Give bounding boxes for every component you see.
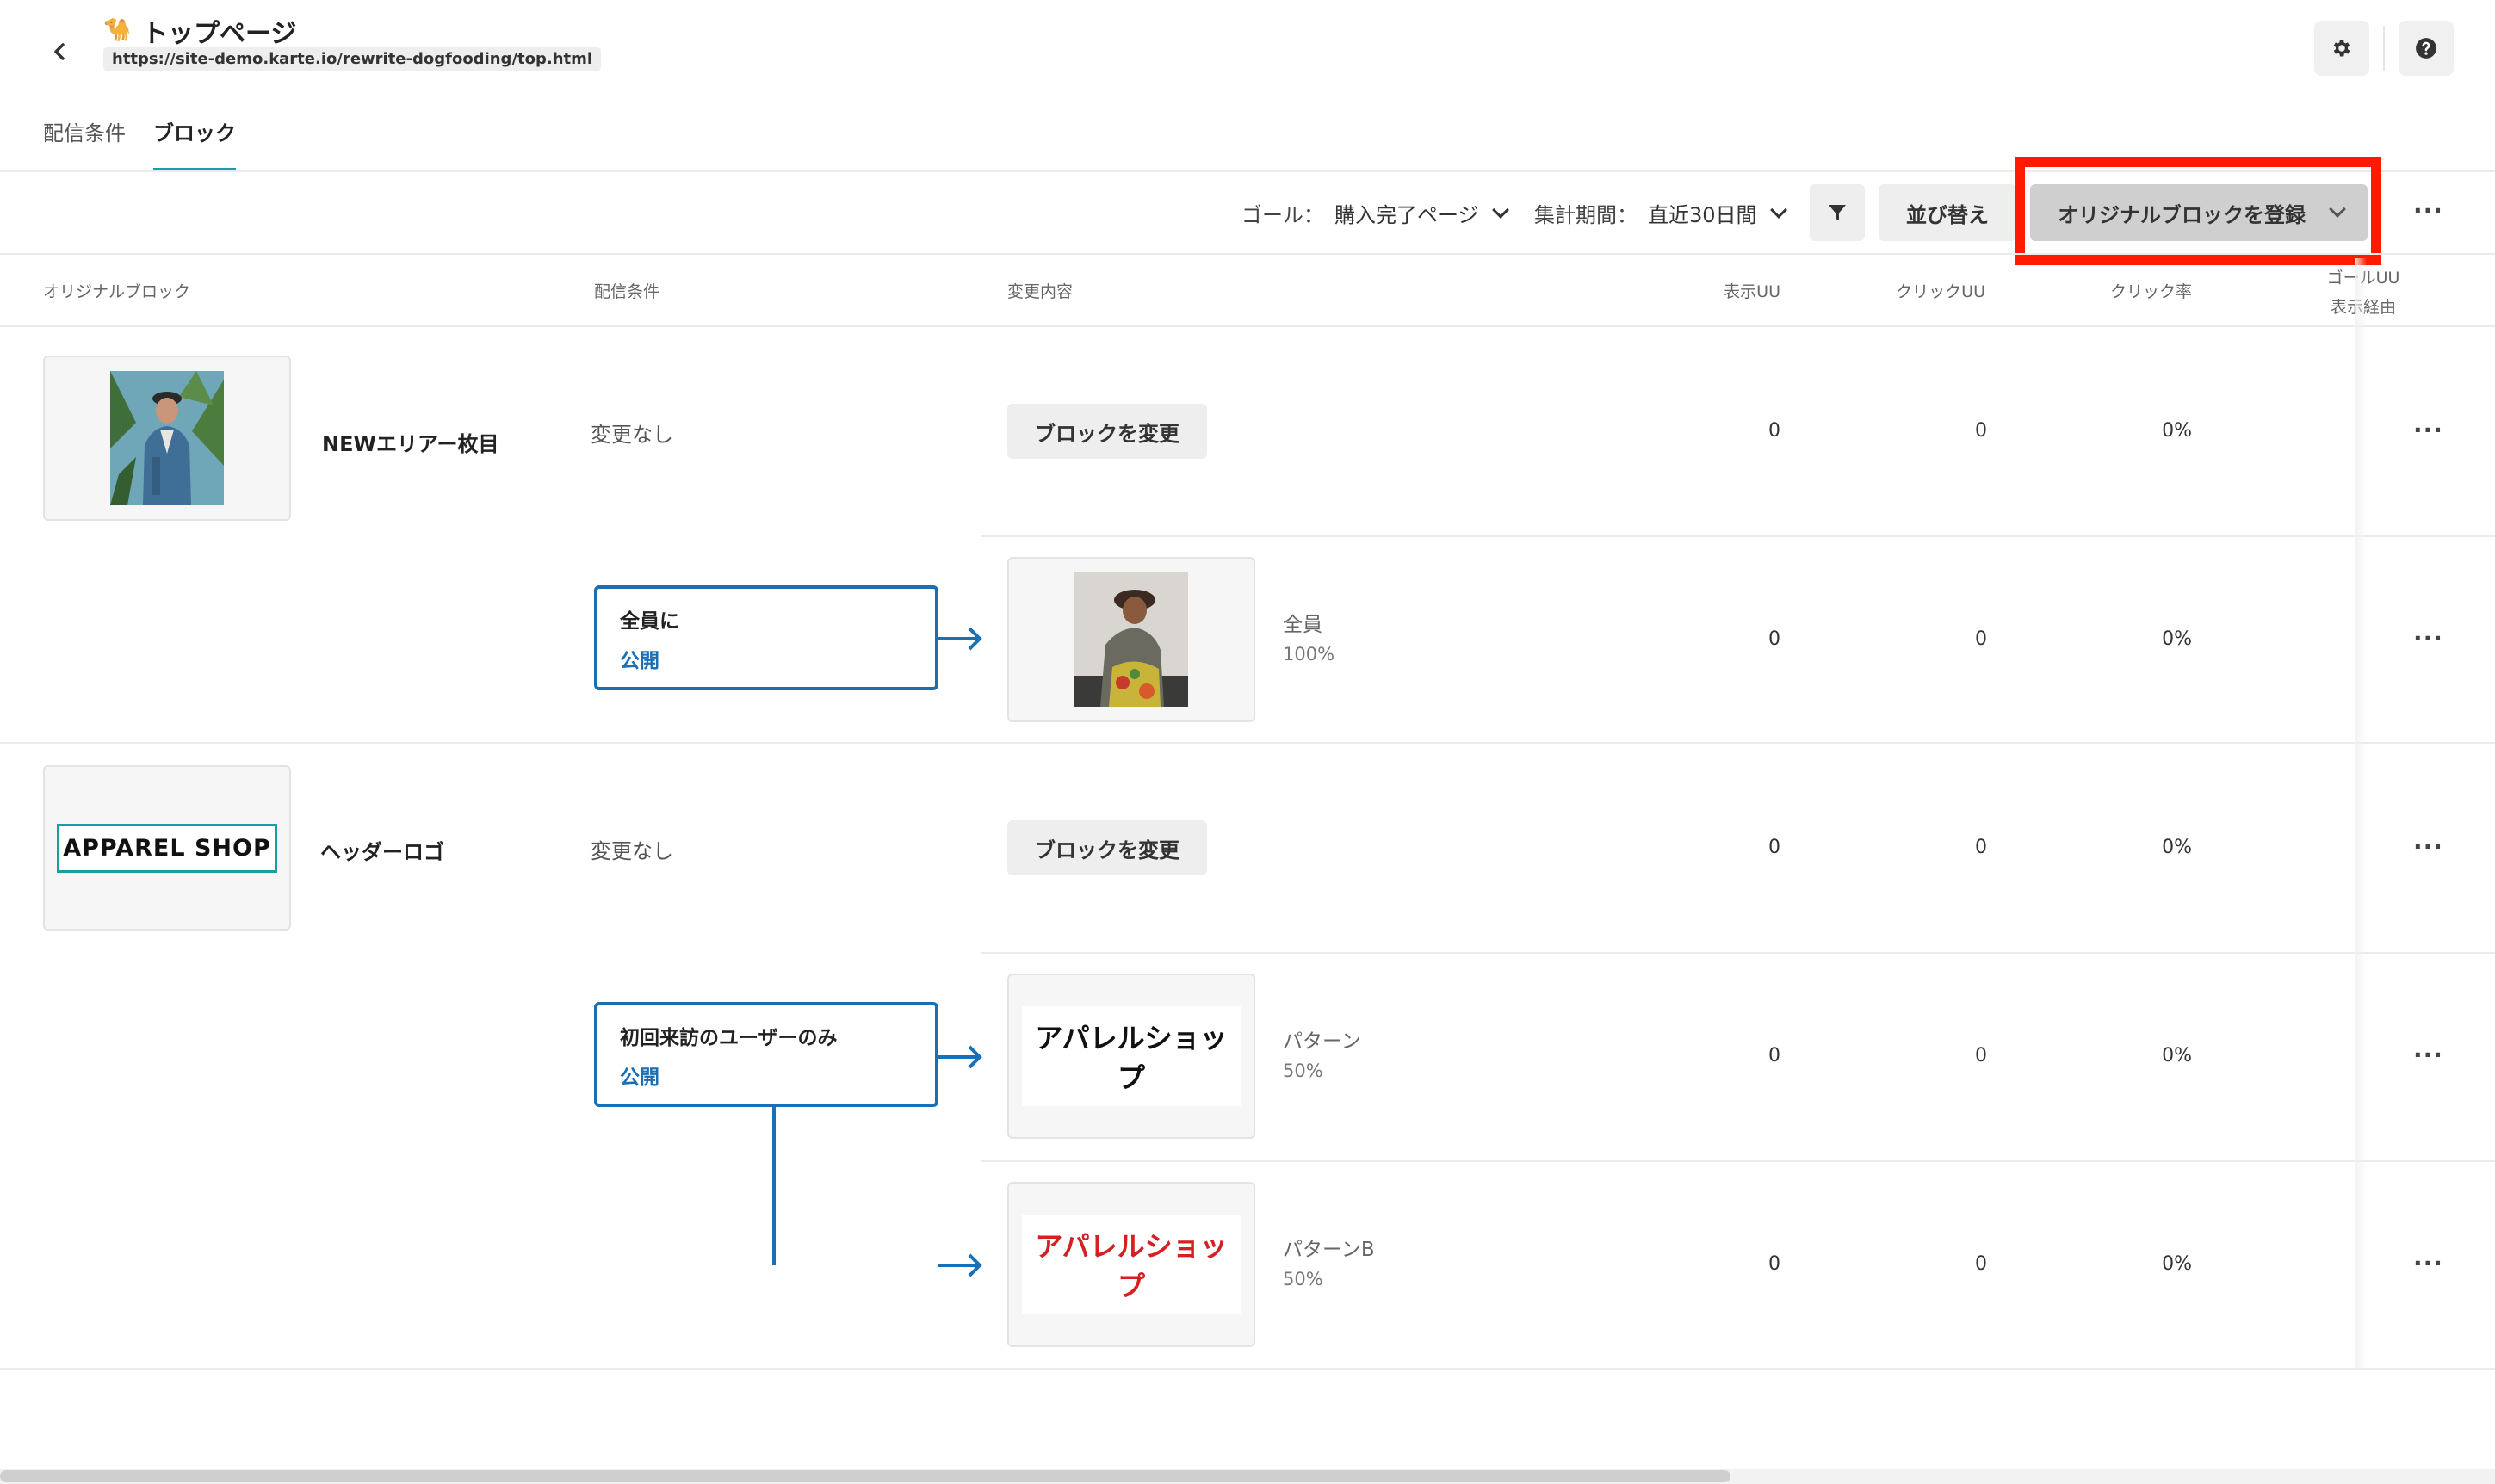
click-uu-value: 0 [1975,1253,1987,1275]
filter-icon [1829,205,1846,220]
condition-card[interactable]: 初回来訪のユーザーのみ 公開 [594,1002,938,1107]
row-more-button[interactable]: ··· [2413,624,2443,652]
woman-photo-icon [1074,572,1188,707]
variant-thumbnail[interactable]: アパレルショップ [1007,1182,1255,1347]
variant-percentage: 100% [1283,644,1335,665]
page-url[interactable]: https://site-demo.karte.io/rewrite-dogfo… [103,47,602,71]
filter-button[interactable] [1810,184,1865,241]
click-uu-value: 0 [1975,837,1987,858]
block-name: ヘッダーロゴ [320,840,444,864]
col-condition: 配信条件 [594,282,660,301]
row-divider [981,1160,2495,1162]
settings-button[interactable] [2314,21,2369,76]
gear-icon [2333,40,2350,57]
click-rate-value: 0% [2162,1045,2192,1067]
help-button[interactable] [2399,21,2454,76]
click-rate-value: 0% [2162,1253,2192,1275]
variant-name: パターンB [1283,1239,1375,1261]
block-divider [0,742,2495,744]
condition-none: 変更なし [591,839,673,863]
block-thumbnail-2[interactable]: APPAREL SHOP [43,765,291,931]
block-thumbnail-1[interactable] [43,356,291,521]
click-uu-value: 0 [1975,420,1987,442]
apparel-shop-logo: APPAREL SHOP [57,823,277,873]
header-row-divider [0,325,2495,327]
variant-name: 全員 [1283,614,1322,636]
variant-percentage: 50% [1283,1060,1323,1081]
condition-none: 変更なし [591,423,673,447]
col-click-uu: クリックUU [1896,282,1985,301]
sticky-column-shadow [2355,258,2367,1369]
back-button[interactable] [43,34,77,69]
arrow-right-icon [938,1253,982,1277]
scrollbar-thumb[interactable] [0,1470,1730,1482]
header-divider [2383,26,2385,71]
variant-text: アパレルショップ [1022,1006,1241,1106]
arrow-right-icon [938,1045,982,1069]
row-more-button[interactable]: ··· [2413,1249,2443,1277]
click-rate-value: 0% [2162,420,2192,442]
tab-conditions[interactable]: 配信条件 [43,116,126,146]
period-value: 直近30日間 [1648,203,1757,227]
man-photo-icon [110,371,224,505]
camel-icon: 🐪 [103,17,132,43]
row-divider [981,952,2495,954]
toolbar-divider [0,253,2495,255]
row-more-button[interactable]: ··· [2413,1041,2443,1069]
table-bottom-divider [0,1368,2495,1370]
variant-thumbnail[interactable]: アパレルショップ [1007,974,1255,1139]
page-title: トップページ [142,19,297,49]
help-icon [2416,38,2436,59]
arrow-right-icon [938,627,982,651]
condition-title: 全員に [620,610,679,633]
toolbar-more-button[interactable]: ··· [2413,196,2443,225]
variant-thumbnail[interactable] [1007,557,1255,722]
chevron-down-icon [1491,201,1509,219]
view-uu-value: 0 [1768,420,1780,442]
period-label: 集計期間： [1534,203,1638,227]
tab-blocks[interactable]: ブロック [153,116,236,146]
sort-button[interactable]: 並び替え [1879,184,2016,241]
click-uu-value: 0 [1975,628,1987,650]
highlight-annotation [2015,157,2381,265]
row-divider [981,535,2495,537]
click-rate-value: 0% [2162,628,2192,650]
condition-status: 公開 [620,650,659,672]
variant-text: アパレルショップ [1022,1215,1241,1314]
col-original-block: オリジナルブロック [43,282,191,301]
row-more-button[interactable]: ··· [2413,832,2443,861]
goal-selector[interactable]: ゴール： 購入完了ページ [1241,198,1509,228]
view-uu-value: 0 [1768,628,1780,650]
block-name: NEWエリアー枚目 [322,432,499,456]
col-click-rate: クリック率 [2109,282,2192,301]
goal-label: ゴール： [1241,203,1324,227]
variant-percentage: 50% [1283,1269,1323,1289]
col-view-uu: 表示UU [1724,282,1780,301]
chevron-left-icon [54,43,65,60]
page: 🐪 トップページ https://site-demo.karte.io/rewr… [0,0,2495,1484]
click-rate-value: 0% [2162,837,2192,858]
variant-name: パターン [1283,1030,1361,1053]
chevron-down-icon [1769,201,1787,219]
col-change: 変更内容 [1007,282,1074,301]
connector-line [772,1107,776,1265]
view-uu-value: 0 [1768,1045,1780,1067]
period-selector[interactable]: 集計期間： 直近30日間 [1534,198,1787,228]
change-block-button[interactable]: ブロックを変更 [1007,820,1207,875]
condition-title: 初回来訪のユーザーのみ [620,1027,838,1049]
row-more-button[interactable]: ··· [2413,416,2443,444]
click-uu-value: 0 [1975,1045,1987,1067]
change-block-button[interactable]: ブロックを変更 [1007,404,1207,459]
condition-card[interactable]: 全員に 公開 [594,585,938,690]
condition-status: 公開 [620,1067,659,1089]
view-uu-value: 0 [1768,837,1780,858]
view-uu-value: 0 [1768,1253,1780,1275]
goal-value: 購入完了ページ [1334,203,1479,227]
